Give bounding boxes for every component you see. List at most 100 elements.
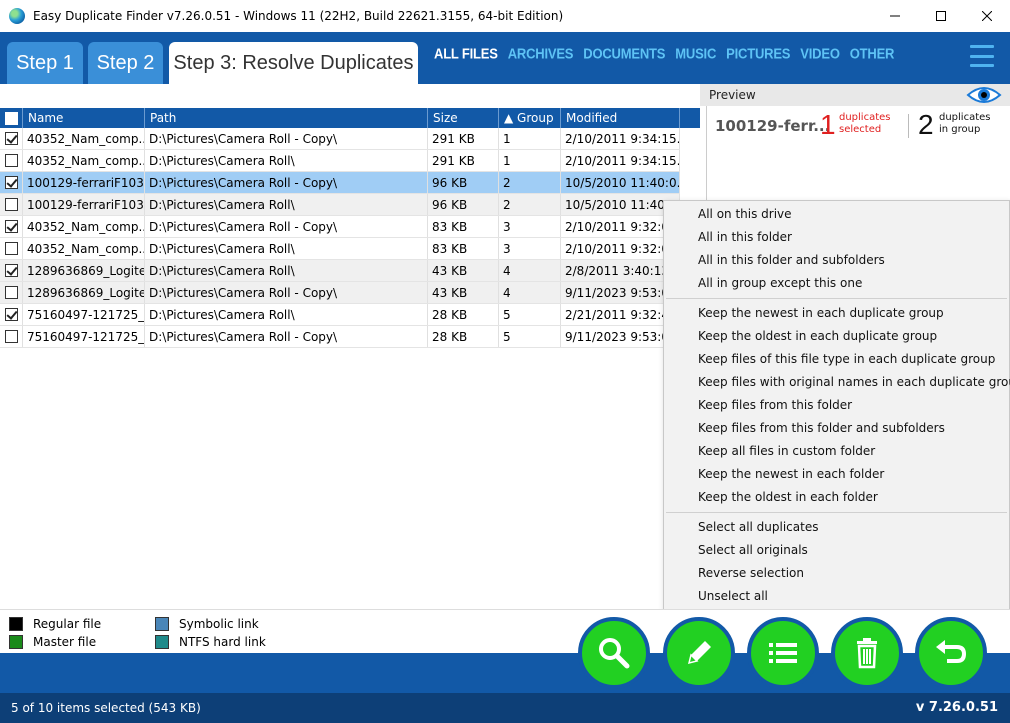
tab-pictures[interactable]: PICTURES xyxy=(726,45,790,62)
undo-button[interactable] xyxy=(915,617,987,689)
table-row[interactable]: 40352_Nam_comp... D:\Pictures\Camera Roll… xyxy=(0,128,680,150)
menu-item[interactable]: Select all duplicates xyxy=(664,516,1009,539)
cell-name: 100129-ferrariF103... xyxy=(23,194,145,215)
table-row[interactable]: 40352_Nam_comp... D:\Pictures\Camera Roll… xyxy=(0,238,680,260)
title-bar: Easy Duplicate Finder v7.26.0.51 - Windo… xyxy=(0,0,1010,32)
preview-filename: 100129-ferr... xyxy=(715,117,831,135)
tab-step-1[interactable]: Step 1 xyxy=(7,42,83,84)
col-header-name[interactable]: Name xyxy=(23,108,145,128)
menu-item[interactable]: Keep files of this file type in each dup… xyxy=(664,348,1009,371)
legend-regular-file: Regular file xyxy=(9,617,101,631)
cell-modified: 2/10/2011 9:34:15... xyxy=(561,128,680,149)
table-row[interactable]: 40352_Nam_comp... D:\Pictures\Camera Roll… xyxy=(0,150,680,172)
tab-step-3[interactable]: Step 3: Resolve Duplicates xyxy=(169,42,418,84)
tab-video[interactable]: VIDEO xyxy=(800,45,840,62)
table-row[interactable]: 75160497-121725_... D:\Pictures\Camera Ro… xyxy=(0,326,680,348)
row-checkbox[interactable] xyxy=(0,216,23,237)
cell-path: D:\Pictures\Camera Roll - Copy\ xyxy=(145,128,428,149)
tab-all-files[interactable]: ALL FILES xyxy=(434,45,498,62)
col-header-group[interactable]: ▲ Group xyxy=(499,108,561,128)
menu-item[interactable]: Keep the oldest in each duplicate group xyxy=(664,325,1009,348)
unchecked-checkbox[interactable] xyxy=(4,154,18,167)
duplicates-table: Name Path Size ▲ Group Modified 40352_Na… xyxy=(0,108,700,608)
list-button[interactable] xyxy=(747,617,819,689)
unchecked-checkbox[interactable] xyxy=(4,330,18,343)
duplicates-in-group-count: 2 xyxy=(918,109,934,140)
menu-item[interactable]: All in this folder and subfolders xyxy=(664,249,1009,272)
checked-checkbox[interactable] xyxy=(4,308,18,321)
cell-group: 2 xyxy=(499,172,561,193)
menu-item[interactable]: All in group except this one xyxy=(664,272,1009,295)
table-row[interactable]: 100129-ferrariF103... D:\Pictures\Camera … xyxy=(0,172,680,194)
cell-size: 28 KB xyxy=(428,304,499,325)
unchecked-checkbox[interactable] xyxy=(4,198,18,211)
selection-context-menu: All on this drive All in this folder All i… xyxy=(663,200,1010,611)
menu-item[interactable]: Keep the oldest in each folder xyxy=(664,486,1009,509)
table-row[interactable]: 40352_Nam_comp... D:\Pictures\Camera Roll… xyxy=(0,216,680,238)
row-checkbox[interactable] xyxy=(0,326,23,347)
eye-icon[interactable] xyxy=(966,84,1002,106)
row-checkbox[interactable] xyxy=(0,194,23,215)
menu-item[interactable]: All on this drive xyxy=(664,203,1009,226)
table-row[interactable]: 100129-ferrariF103... D:\Pictures\Camera … xyxy=(0,194,680,216)
status-bar: 5 of 10 items selected (543 KB) v 7.26.0… xyxy=(0,693,1010,723)
menu-hamburger-icon[interactable] xyxy=(970,45,994,67)
col-header-path[interactable]: Path xyxy=(145,108,428,128)
menu-item[interactable]: Keep files from this folder xyxy=(664,394,1009,417)
checked-checkbox[interactable] xyxy=(4,220,18,233)
cell-modified: 10/5/2010 11:40:0... xyxy=(561,172,680,193)
col-header-size[interactable]: Size xyxy=(428,108,499,128)
table-row[interactable]: 75160497-121725_... D:\Pictures\Camera Ro… xyxy=(0,304,680,326)
edit-button[interactable] xyxy=(663,617,735,689)
table-row[interactable]: 1289636869_Logite... D:\Pictures\Camera R… xyxy=(0,260,680,282)
app-header: Step 1 Step 2 Step 3: Resolve Duplicates… xyxy=(0,32,1010,84)
col-header-modified[interactable]: Modified xyxy=(561,108,680,128)
menu-item[interactable]: Keep the newest in each folder xyxy=(664,463,1009,486)
select-all-checkbox[interactable] xyxy=(0,108,23,128)
row-checkbox[interactable] xyxy=(0,282,23,303)
duplicates-selected-label: duplicates selected xyxy=(839,112,891,135)
row-checkbox[interactable] xyxy=(0,304,23,325)
menu-item[interactable]: Keep the newest in each duplicate group xyxy=(664,302,1009,325)
unchecked-checkbox[interactable] xyxy=(4,242,18,255)
menu-item[interactable]: Keep files with original names in each d… xyxy=(664,371,1010,394)
row-checkbox[interactable] xyxy=(0,260,23,281)
menu-item[interactable]: Keep files from this folder and subfolde… xyxy=(664,417,1009,440)
unchecked-checkbox[interactable] xyxy=(4,286,18,299)
cell-group: 3 xyxy=(499,238,561,259)
cell-size: 96 KB xyxy=(428,172,499,193)
duplicates-in-group-label: duplicates in group xyxy=(939,112,991,135)
cell-path: D:\Pictures\Camera Roll - Copy\ xyxy=(145,326,428,347)
menu-item[interactable]: Select all originals xyxy=(664,539,1009,562)
menu-item[interactable]: All in this folder xyxy=(664,226,1009,249)
tab-other[interactable]: OTHER xyxy=(850,45,895,62)
close-button[interactable] xyxy=(964,0,1010,32)
cell-group: 1 xyxy=(499,128,561,149)
regular-file-swatch xyxy=(9,617,23,631)
table-row[interactable]: 1289636869_Logite... D:\Pictures\Camera R… xyxy=(0,282,680,304)
tab-documents[interactable]: DOCUMENTS xyxy=(583,45,665,62)
window-controls xyxy=(872,0,1010,32)
menu-item[interactable]: Keep all files in custom folder xyxy=(664,440,1009,463)
cell-size: 291 KB xyxy=(428,128,499,149)
tab-step-2[interactable]: Step 2 xyxy=(88,42,163,84)
minimize-button[interactable] xyxy=(872,0,918,32)
checked-checkbox[interactable] xyxy=(4,176,18,189)
row-checkbox[interactable] xyxy=(0,128,23,149)
cell-size: 28 KB xyxy=(428,326,499,347)
row-checkbox[interactable] xyxy=(0,150,23,171)
row-checkbox[interactable] xyxy=(0,172,23,193)
row-checkbox[interactable] xyxy=(0,238,23,259)
delete-button[interactable] xyxy=(831,617,903,689)
app-globe-icon xyxy=(9,8,25,24)
tab-archives[interactable]: ARCHIVES xyxy=(508,45,574,62)
menu-item[interactable]: Unselect all xyxy=(664,585,1009,608)
search-button[interactable] xyxy=(578,617,650,689)
col-header-spacer xyxy=(680,108,700,128)
ntfs-hard-link-swatch xyxy=(155,635,169,649)
checked-checkbox[interactable] xyxy=(4,132,18,145)
menu-item[interactable]: Reverse selection xyxy=(664,562,1009,585)
checked-checkbox[interactable] xyxy=(4,264,18,277)
maximize-button[interactable] xyxy=(918,0,964,32)
tab-music[interactable]: MUSIC xyxy=(675,45,716,62)
